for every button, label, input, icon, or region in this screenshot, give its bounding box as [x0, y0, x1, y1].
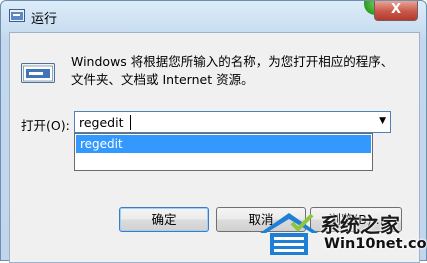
close-button[interactable]: X — [374, 1, 418, 21]
open-input[interactable]: regedit — [79, 115, 124, 130]
title-bar[interactable]: 运行 X — [1, 1, 426, 31]
autocomplete-dropdown: regedit — [74, 133, 373, 171]
watermark-name: 系统之家 — [320, 213, 400, 237]
description-text: Windows 将根据您所输入的名称，为您打开相应的程序、 文件夹、文档或 In… — [71, 53, 407, 89]
run-app-icon — [9, 9, 25, 22]
watermark-url: Win10net.com — [324, 236, 427, 252]
ok-button[interactable]: 确定 — [119, 207, 209, 232]
open-combobox[interactable]: regedit ▼ — [74, 111, 391, 133]
window-title: 运行 — [31, 12, 58, 27]
dropdown-arrow-icon[interactable]: ▼ — [379, 116, 386, 126]
run-program-icon — [21, 63, 55, 83]
text-caret — [130, 115, 131, 130]
open-label: 打开(O): — [21, 118, 70, 133]
description-line-1: Windows 将根据您所输入的名称，为您打开相应的程序、 — [71, 54, 394, 69]
autocomplete-item[interactable]: regedit — [76, 135, 371, 153]
site-watermark: 系统之家 Win10net.com — [256, 207, 427, 261]
run-dialog: 运行 X Windows 将根据您所输入的名称，为您打开相应的程序、 文件夹、文… — [0, 0, 427, 263]
description-line-2: 文件夹、文档或 Internet 资源。 — [71, 72, 254, 87]
house-logo-icon — [260, 213, 318, 255]
